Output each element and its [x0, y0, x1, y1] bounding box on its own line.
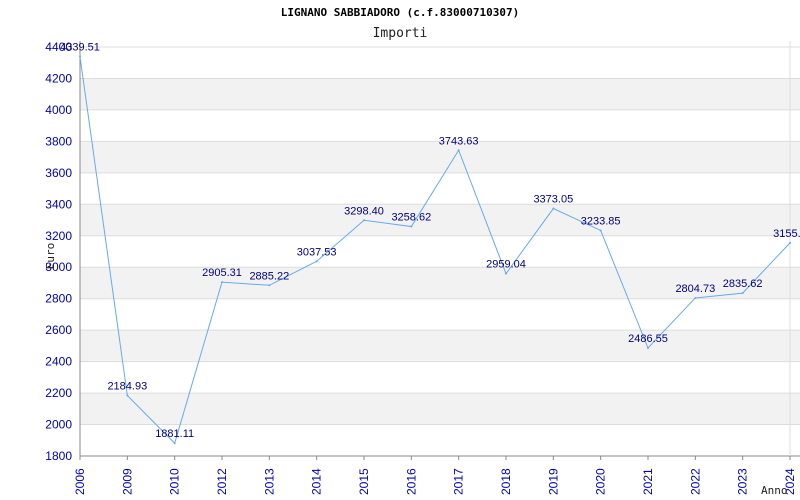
x-tick-label: 2010	[168, 468, 182, 495]
x-tick-label: 2016	[404, 468, 418, 495]
y-tick-label: 2400	[45, 355, 72, 369]
x-tick-label: 2022	[688, 468, 702, 495]
data-point	[410, 225, 413, 228]
data-point	[126, 394, 129, 397]
x-tick-label: 2013	[262, 468, 276, 495]
y-tick-label: 2000	[45, 418, 72, 432]
y-tick-label: 3800	[45, 134, 72, 148]
data-label: 3258.62	[391, 212, 431, 224]
x-tick-label: 2017	[452, 468, 466, 495]
y-tick-label: 2200	[45, 386, 72, 400]
x-tick-label: 2006	[73, 468, 87, 495]
x-tick-label: 2020	[594, 468, 608, 495]
x-tick-label: 2015	[357, 468, 371, 495]
data-label: 1881.11	[155, 428, 194, 440]
x-tick-labels: 2006 2009 2010 2012 2013 2014 2015 2016 2017 2018…	[73, 468, 797, 495]
data-point	[363, 219, 365, 222]
data-label: 2184.93	[107, 380, 147, 392]
y-tick-label: 4000	[45, 103, 72, 117]
y-tick-label: 2600	[45, 323, 72, 337]
data-label: 2835.62	[723, 278, 763, 290]
x-tick-label: 2023	[736, 468, 750, 495]
y-tick-label: 4200	[45, 71, 72, 85]
data-label: 3037.53	[297, 246, 337, 258]
x-tick-label: 2019	[546, 468, 560, 495]
data-label: 2885.22	[249, 270, 289, 282]
x-tick-label: 2014	[310, 468, 324, 495]
data-label: 3298.40	[344, 205, 384, 217]
data-point	[789, 241, 791, 244]
data-label: 2959.04	[486, 259, 526, 271]
data-label: 2486.55	[628, 333, 668, 345]
y-tick-label: 1800	[45, 449, 72, 463]
data-point	[647, 347, 649, 350]
data-label: 3233.85	[581, 215, 621, 227]
line-chart: 1800200022002400260028003000320034003600…	[44, 40, 800, 497]
data-point	[505, 272, 507, 275]
x-tick-label: 2021	[641, 468, 655, 495]
data-label: 2804.73	[675, 283, 715, 295]
data-point	[315, 260, 318, 263]
y-tick-label: 3400	[45, 197, 72, 211]
data-label: 3155.0	[773, 228, 800, 240]
grid-bands	[80, 78, 800, 425]
x-tick-label: 2018	[499, 468, 513, 495]
data-point	[268, 284, 271, 287]
data-point	[552, 207, 555, 210]
data-point	[173, 442, 176, 445]
data-label: 3743.63	[439, 135, 479, 147]
data-point	[694, 296, 697, 299]
x-tick-label: 2012	[215, 468, 229, 495]
y-tick-label: 2800	[45, 292, 72, 306]
data-label: 4339.51	[60, 42, 100, 54]
x-tick-label: 2009	[120, 468, 134, 495]
y-tick-label: 3200	[45, 229, 72, 243]
data-point	[457, 149, 460, 152]
data-point	[79, 55, 81, 58]
data-point	[599, 229, 602, 232]
series-polyline	[79, 56, 791, 445]
data-point	[741, 292, 744, 295]
series-line	[79, 55, 791, 445]
data-label: 3373.05	[533, 194, 573, 206]
data-point	[221, 281, 223, 284]
y-axis-label: Euro	[44, 243, 57, 270]
grid-band	[80, 78, 800, 110]
x-axis-label: Anno	[761, 484, 788, 497]
grid-band	[80, 204, 800, 236]
data-label: 2905.31	[202, 267, 242, 279]
y-tick-label: 3600	[45, 166, 72, 180]
grid-band	[80, 330, 800, 362]
